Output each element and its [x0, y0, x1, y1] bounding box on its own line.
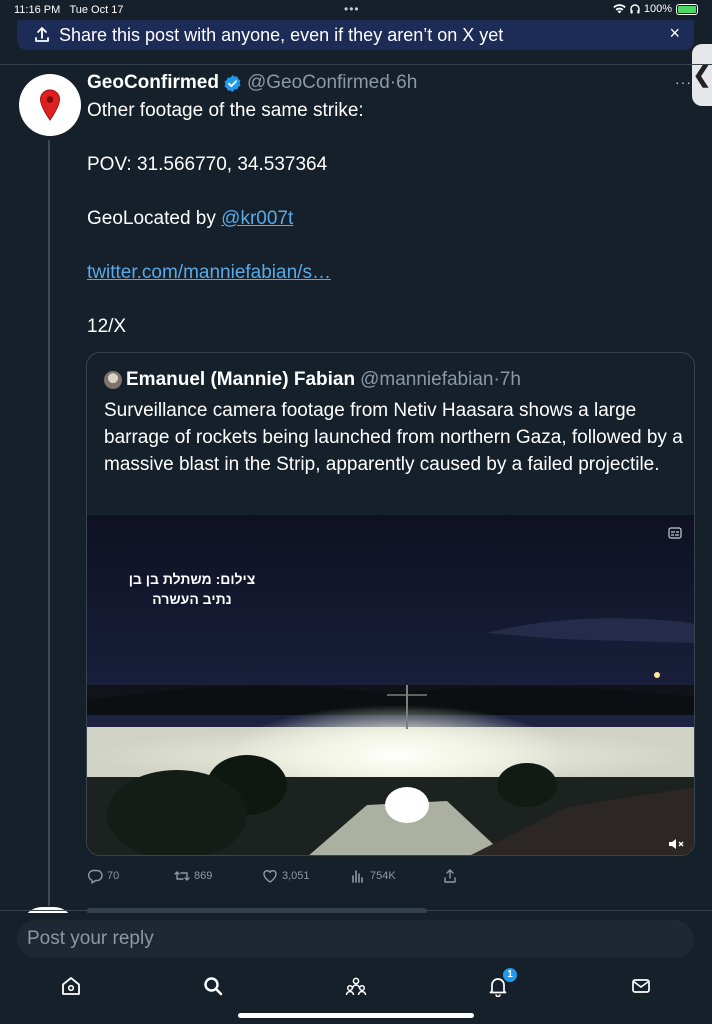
geolocated-label: GeoLocated by	[87, 208, 222, 229]
sidebar-handle[interactable]: ❮	[692, 44, 712, 106]
home-icon	[62, 977, 80, 995]
wifi-icon	[613, 4, 626, 14]
battery-percent: 100%	[643, 3, 672, 15]
battery-icon	[676, 3, 698, 15]
video-player[interactable]: צילום: משתלת בן בן נתיב העשרה	[87, 515, 694, 855]
reply-icon	[87, 869, 103, 884]
captions-icon[interactable]	[668, 527, 682, 539]
share-banner[interactable]: Share this post with anyone, even if the…	[17, 20, 694, 50]
next-tweet-peek	[0, 905, 712, 913]
close-icon[interactable]: ×	[669, 23, 680, 44]
share-icon	[444, 869, 456, 883]
video-caption: צילום: משתלת בן בן נתיב העשרה	[127, 569, 257, 609]
tab-home[interactable]	[59, 974, 83, 998]
repost-icon	[174, 871, 190, 881]
tweet-text-line: 12/X	[87, 316, 127, 337]
quoted-tweet-card[interactable]: Emanuel (Mannie) Fabian @manniefabian · …	[86, 352, 695, 856]
more-options-icon[interactable]: ···	[675, 74, 692, 90]
avatar[interactable]	[104, 371, 122, 389]
like-count: 3,051	[282, 870, 310, 882]
mute-icon[interactable]	[668, 837, 684, 851]
tweet-author[interactable]: GeoConfirmed @GeoConfirmed · 6h	[87, 72, 417, 94]
communities-icon	[345, 977, 367, 996]
tweet-text-line: GeoLocated by @kr007t	[87, 208, 293, 230]
video-frame	[87, 515, 694, 855]
thread-line	[48, 140, 50, 906]
video-caption-line: צילום: משתלת בן בן	[128, 571, 256, 587]
share-banner-text: Share this post with anyone, even if the…	[59, 24, 504, 45]
tab-messages[interactable]	[629, 974, 653, 998]
tweet-url-link[interactable]: twitter.com/manniefabian/s…	[87, 262, 331, 283]
quoted-tweet-author[interactable]: Emanuel (Mannie) Fabian @manniefabian · …	[104, 369, 521, 391]
status-right: 100%	[613, 3, 698, 15]
quoted-author-name[interactable]: Emanuel (Mannie) Fabian	[126, 369, 355, 391]
heart-icon	[263, 870, 277, 883]
video-caption-line: נתיב העשרה	[152, 591, 232, 607]
verified-badge-icon	[224, 74, 241, 92]
tab-search[interactable]	[201, 974, 225, 998]
multitasking-dots-icon[interactable]: •••	[344, 2, 360, 16]
map-pin-icon	[39, 89, 61, 121]
repost-count: 869	[194, 870, 213, 882]
quoted-tweet-text: Surveillance camera footage from Netiv H…	[104, 400, 683, 475]
views-button[interactable]: 754K	[350, 868, 396, 884]
views-count: 754K	[370, 870, 396, 882]
headphones-icon	[630, 4, 640, 14]
tweet-time[interactable]: 6h	[396, 72, 417, 94]
status-bar: 11:16 PM Tue Oct 17 ••• 100%	[0, 0, 712, 20]
author-handle[interactable]: @GeoConfirmed	[247, 72, 390, 94]
reply-input[interactable]	[27, 928, 627, 950]
quoted-author-handle[interactable]: @manniefabian	[360, 369, 493, 391]
views-chart-icon	[352, 870, 363, 883]
divider	[0, 64, 712, 65]
tweet-text-line: Other footage of the same strike:	[87, 100, 364, 121]
status-time: 11:16 PM Tue Oct 17	[14, 4, 124, 16]
tab-communities[interactable]	[344, 974, 368, 998]
home-indicator[interactable]	[238, 1013, 474, 1018]
notification-badge: 1	[503, 968, 517, 982]
reply-composer[interactable]	[17, 920, 694, 958]
reply-count: 70	[107, 870, 120, 882]
author-name[interactable]: GeoConfirmed	[87, 72, 219, 94]
like-button[interactable]: 3,051	[262, 868, 310, 884]
mention-link[interactable]: @kr007t	[221, 208, 293, 229]
search-icon	[204, 977, 223, 996]
quoted-tweet-time: 7h	[499, 369, 521, 390]
tab-notifications[interactable]: 1	[486, 968, 517, 998]
tweet-text-line: POV: 31.566770, 34.537364	[87, 154, 328, 175]
avatar[interactable]	[19, 74, 81, 136]
divider	[0, 910, 712, 911]
mail-icon	[632, 979, 650, 993]
share-upload-icon	[35, 27, 49, 42]
reply-button[interactable]: 70	[87, 868, 119, 884]
repost-button[interactable]: 869	[174, 868, 212, 884]
tweet-text-line: twitter.com/manniefabian/s…	[87, 262, 331, 284]
share-button[interactable]	[442, 868, 458, 884]
tweet-actions: 70 869 3,051 754K	[0, 868, 712, 888]
